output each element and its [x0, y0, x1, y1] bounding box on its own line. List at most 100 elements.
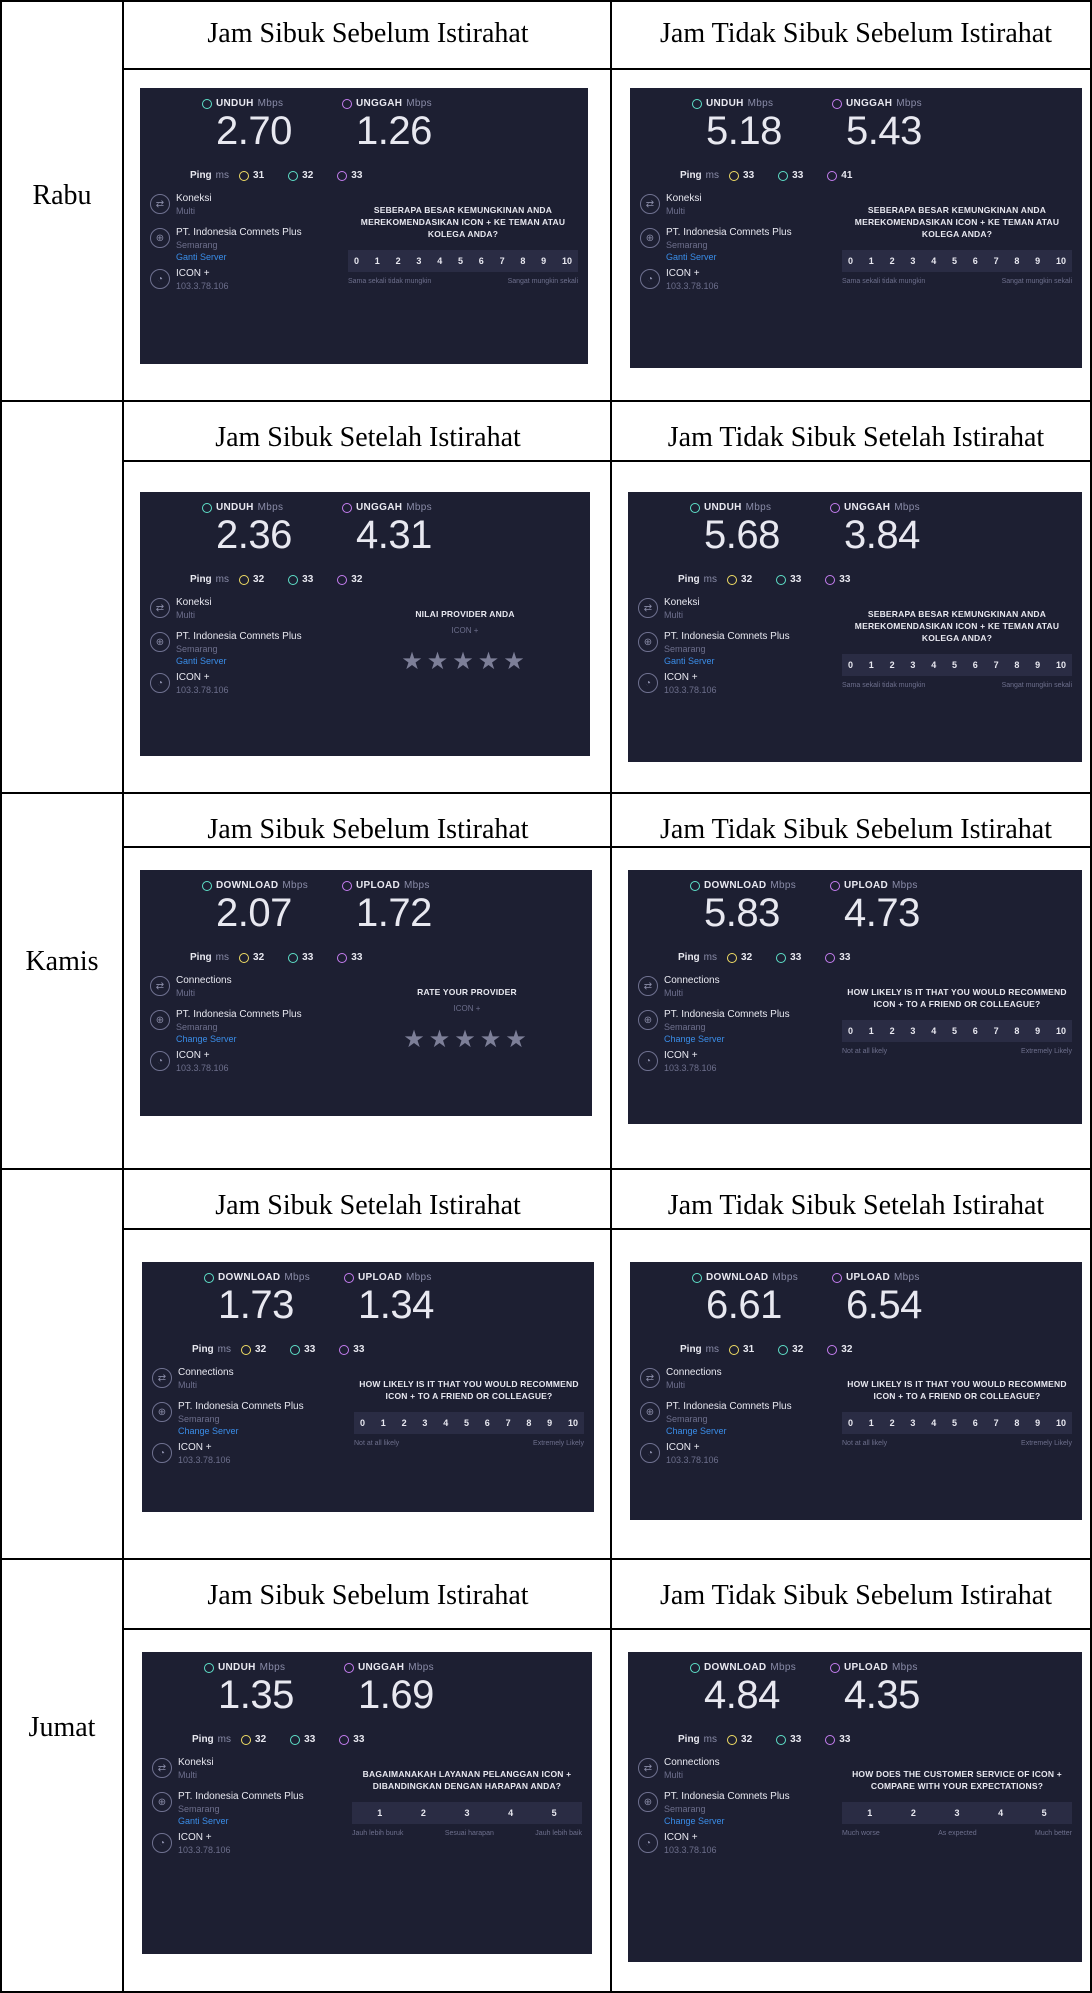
nps-option[interactable]: 7	[994, 1418, 999, 1428]
nps-option[interactable]: 8	[1014, 256, 1019, 266]
nps-option[interactable]: 4	[931, 660, 936, 670]
change-server-link[interactable]: Change Server	[176, 1033, 320, 1045]
nps-option[interactable]: 0	[354, 256, 359, 266]
nps-option[interactable]: 9	[1035, 256, 1040, 266]
nps-option[interactable]: 0	[360, 1418, 365, 1428]
rating-option[interactable]: 1	[377, 1808, 382, 1818]
nps-option[interactable]: 9	[541, 256, 546, 266]
rating-option[interactable]: 3	[954, 1808, 959, 1818]
nps-option[interactable]: 0	[848, 1418, 853, 1428]
nps-option[interactable]: 6	[973, 1418, 978, 1428]
nps-option[interactable]: 4	[931, 1026, 936, 1036]
nps-option[interactable]: 2	[890, 1418, 895, 1428]
nps-option[interactable]: 0	[848, 256, 853, 266]
nps-option[interactable]: 4	[931, 1418, 936, 1428]
nps-option[interactable]: 7	[994, 1026, 999, 1036]
nps-option[interactable]: 10	[1056, 660, 1066, 670]
nps-option[interactable]: 5	[464, 1418, 469, 1428]
star-icon[interactable]: ★	[480, 1026, 506, 1053]
nps-option[interactable]: 8	[1014, 1026, 1019, 1036]
nps-option[interactable]: 1	[869, 660, 874, 670]
nps-option[interactable]: 10	[1056, 1026, 1066, 1036]
change-server-link[interactable]: Change Server	[664, 1815, 808, 1827]
nps-option[interactable]: 1	[869, 1418, 874, 1428]
nps-option[interactable]: 6	[485, 1418, 490, 1428]
nps-option[interactable]: 7	[994, 660, 999, 670]
rating-option[interactable]: 3	[464, 1808, 469, 1818]
nps-option[interactable]: 9	[547, 1418, 552, 1428]
nps-option[interactable]: 5	[952, 256, 957, 266]
nps-option[interactable]: 5	[952, 660, 957, 670]
star-icon[interactable]: ★	[454, 1026, 480, 1053]
nps-option[interactable]: 1	[869, 1026, 874, 1036]
nps-option[interactable]: 3	[416, 256, 421, 266]
nps-option[interactable]: 8	[526, 1418, 531, 1428]
rating-option[interactable]: 5	[552, 1808, 557, 1818]
rating-option[interactable]: 4	[508, 1808, 513, 1818]
nps-option[interactable]: 8	[1014, 660, 1019, 670]
nps-option[interactable]: 9	[1035, 1418, 1040, 1428]
rating-option[interactable]: 2	[421, 1808, 426, 1818]
nps-option[interactable]: 1	[869, 256, 874, 266]
change-server-link[interactable]: Ganti Server	[666, 251, 810, 263]
nps-option[interactable]: 7	[994, 256, 999, 266]
rating-stars[interactable]: ★★★★★	[350, 647, 580, 676]
change-server-link[interactable]: Change Server	[666, 1425, 810, 1437]
nps-option[interactable]: 6	[973, 1026, 978, 1036]
nps-option[interactable]: 7	[506, 1418, 511, 1428]
nps-option[interactable]: 9	[1035, 1026, 1040, 1036]
nps-option[interactable]: 6	[973, 660, 978, 670]
nps-option[interactable]: 10	[1056, 1418, 1066, 1428]
nps-option[interactable]: 10	[562, 256, 572, 266]
change-server-link[interactable]: Change Server	[664, 1033, 808, 1045]
nps-option[interactable]: 7	[500, 256, 505, 266]
nps-option[interactable]: 4	[437, 256, 442, 266]
nps-option[interactable]: 10	[568, 1418, 578, 1428]
rating-stars[interactable]: ★★★★★	[352, 1025, 582, 1054]
star-icon[interactable]: ★	[401, 648, 427, 675]
nps-option[interactable]: 0	[848, 1026, 853, 1036]
nps-option[interactable]: 5	[458, 256, 463, 266]
nps-option[interactable]: 5	[952, 1026, 957, 1036]
nps-option[interactable]: 2	[890, 660, 895, 670]
nps-option[interactable]: 3	[910, 256, 915, 266]
star-icon[interactable]: ★	[427, 648, 453, 675]
nps-option[interactable]: 3	[910, 1418, 915, 1428]
nps-option[interactable]: 8	[1014, 1418, 1019, 1428]
star-icon[interactable]: ★	[505, 1026, 531, 1053]
nps-option[interactable]: 2	[890, 1026, 895, 1036]
rating-option[interactable]: 5	[1042, 1808, 1047, 1818]
nps-option[interactable]: 4	[443, 1418, 448, 1428]
nps-option[interactable]: 2	[402, 1418, 407, 1428]
nps-option[interactable]: 1	[381, 1418, 386, 1428]
rating-option[interactable]: 4	[998, 1808, 1003, 1818]
nps-option[interactable]: 2	[396, 256, 401, 266]
change-server-link[interactable]: Ganti Server	[178, 1815, 322, 1827]
nps-option[interactable]: 0	[848, 660, 853, 670]
nps-option[interactable]: 3	[422, 1418, 427, 1428]
nps-option[interactable]: 8	[520, 256, 525, 266]
rating-option[interactable]: 2	[911, 1808, 916, 1818]
nps-option[interactable]: 3	[910, 660, 915, 670]
nps-option[interactable]: 5	[952, 1418, 957, 1428]
star-icon[interactable]: ★	[429, 1026, 455, 1053]
ping-value-text: 33	[743, 170, 755, 181]
star-icon[interactable]: ★	[452, 648, 478, 675]
nps-option[interactable]: 6	[479, 256, 484, 266]
info-row: ⊕ PT. Indonesia Comnets Plus Semarang Chang…	[152, 1400, 322, 1437]
change-server-link[interactable]: Ganti Server	[176, 655, 320, 667]
star-icon[interactable]: ★	[478, 648, 504, 675]
nps-option[interactable]: 6	[973, 256, 978, 266]
nps-option[interactable]: 4	[931, 256, 936, 266]
star-icon[interactable]: ★	[503, 648, 529, 675]
rating-option[interactable]: 1	[867, 1808, 872, 1818]
change-server-link[interactable]: Change Server	[178, 1425, 322, 1437]
nps-option[interactable]: 1	[375, 256, 380, 266]
nps-option[interactable]: 9	[1035, 660, 1040, 670]
nps-option[interactable]: 3	[910, 1026, 915, 1036]
star-icon[interactable]: ★	[403, 1026, 429, 1053]
change-server-link[interactable]: Ganti Server	[176, 251, 320, 263]
change-server-link[interactable]: Ganti Server	[664, 655, 808, 667]
nps-option[interactable]: 10	[1056, 256, 1066, 266]
nps-option[interactable]: 2	[890, 256, 895, 266]
